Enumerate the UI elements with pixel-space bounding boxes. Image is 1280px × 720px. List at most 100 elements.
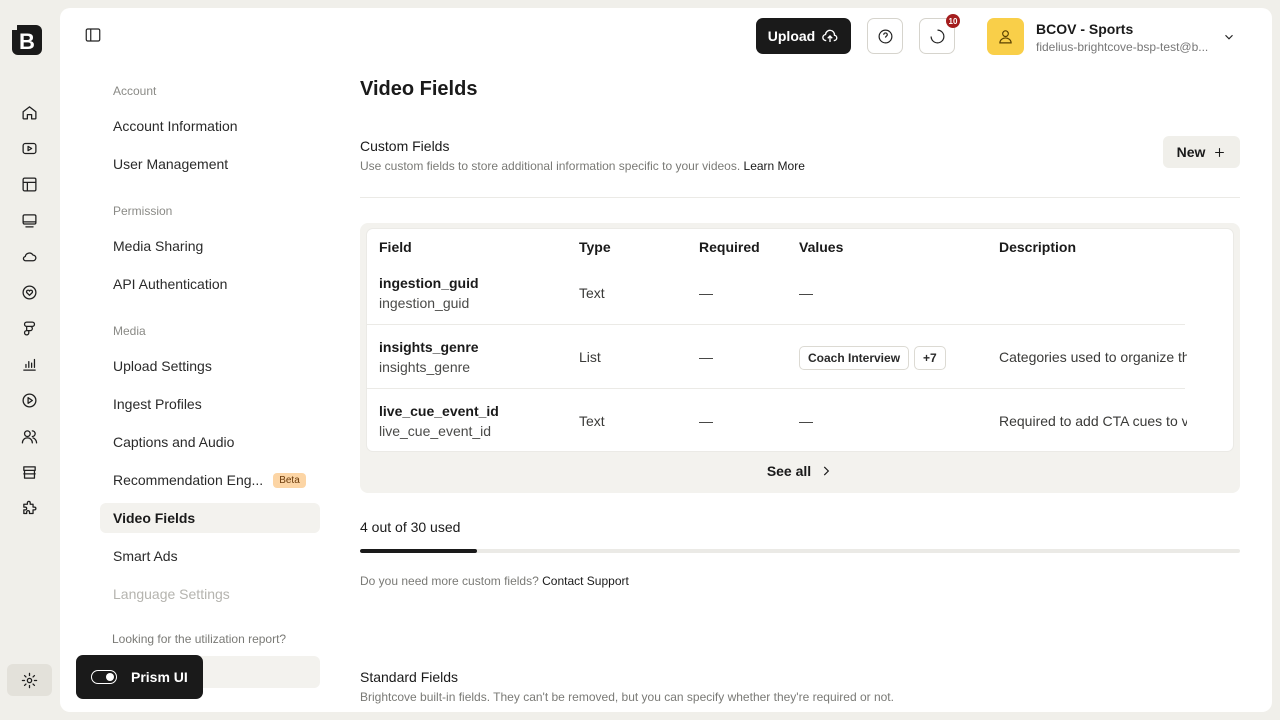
chevron-down-icon[interactable] xyxy=(1222,30,1238,46)
cloud-upload-icon xyxy=(822,29,838,42)
analytics-icon[interactable] xyxy=(17,352,41,376)
toggle-switch-icon xyxy=(91,670,117,684)
help-icon xyxy=(878,29,892,43)
page-title: Video Fields xyxy=(360,78,478,100)
field-values: — xyxy=(799,285,813,301)
nav-item-upload-settings[interactable]: Upload Settings xyxy=(100,351,320,381)
column-header-required: Required xyxy=(699,239,760,255)
see-all-button[interactable]: See all xyxy=(360,455,1240,487)
notification-badge: 10 xyxy=(946,14,960,28)
play-icon[interactable] xyxy=(17,388,41,412)
nav-section-permission: Permission xyxy=(113,204,173,218)
social-icon[interactable] xyxy=(17,316,41,340)
field-name: live_cue_event_id xyxy=(379,403,499,419)
field-description: Categories used to organize th xyxy=(999,349,1187,365)
field-key: ingestion_guid xyxy=(379,295,470,311)
prism-ui-label: Prism UI xyxy=(131,669,188,685)
field-required: — xyxy=(699,349,713,365)
more-fields-text: Do you need more custom fields? xyxy=(360,574,539,588)
custom-fields-description: Use custom fields to store additional in… xyxy=(360,159,805,173)
usage-progress-fill xyxy=(360,549,478,553)
usage-progress-bar xyxy=(360,549,1240,553)
upload-button-label: Upload xyxy=(767,28,816,44)
standard-fields-title: Standard Fields xyxy=(360,669,459,685)
nav-item-user-management[interactable]: User Management xyxy=(100,149,320,179)
learn-more-link[interactable]: Learn More xyxy=(744,159,805,173)
nav-item-label: Recommendation Eng... xyxy=(113,472,264,488)
account-name[interactable]: BCOV - Sports xyxy=(1036,21,1133,37)
nav-item-video-fields[interactable]: Video Fields xyxy=(100,503,320,533)
account-email: fidelius-brightcove-bsp-test@b... xyxy=(1036,40,1209,54)
nav-section-media: Media xyxy=(113,324,146,338)
more-values-chip[interactable]: +7 xyxy=(914,346,946,370)
value-chip: Coach Interview xyxy=(799,346,910,370)
column-header-type: Type xyxy=(579,239,611,255)
heart-icon[interactable] xyxy=(17,280,41,304)
settings-icon[interactable] xyxy=(7,664,52,696)
help-button[interactable] xyxy=(867,18,903,54)
plugin-icon[interactable] xyxy=(17,496,41,520)
divider xyxy=(360,197,1240,198)
nav-item-media-sharing[interactable]: Media Sharing xyxy=(100,231,320,261)
standard-fields-description: Brightcove built-in fields. They can't b… xyxy=(360,690,894,704)
field-values: Coach Interview +7 xyxy=(799,346,951,370)
custom-fields-table-container: Field Type Required Values Description i… xyxy=(360,223,1240,493)
contact-support-link[interactable]: Contact Support xyxy=(542,574,629,588)
upload-button[interactable]: Upload xyxy=(756,18,851,54)
content-panel: Upload 10 BCOV - Sports fidelius-brightc… xyxy=(60,8,1272,712)
field-key: live_cue_event_id xyxy=(379,423,492,439)
column-header-field: Field xyxy=(379,239,412,255)
beta-badge: Beta xyxy=(273,472,306,488)
field-type: List xyxy=(579,349,601,365)
svg-text:B: B xyxy=(19,29,35,54)
prism-ui-toggle[interactable]: Prism UI xyxy=(76,655,203,699)
home-icon[interactable] xyxy=(17,100,41,124)
more-fields-note: Do you need more custom fields? Contact … xyxy=(360,574,629,588)
nav-item-account-information[interactable]: Account Information xyxy=(100,111,320,141)
nav-item-captions-and-audio[interactable]: Captions and Audio xyxy=(100,427,320,457)
video-icon[interactable] xyxy=(17,136,41,160)
nav-item-ingest-profiles[interactable]: Ingest Profiles xyxy=(100,389,320,419)
store-icon[interactable] xyxy=(17,460,41,484)
field-values: — xyxy=(799,413,813,429)
column-header-values: Values xyxy=(799,239,844,255)
new-button-label: New xyxy=(1176,144,1206,160)
icon-rail: B xyxy=(0,0,58,720)
user-icon xyxy=(999,30,1012,44)
column-header-description: Description xyxy=(999,239,1077,255)
activity-button[interactable]: 10 xyxy=(919,14,960,54)
spinner-icon xyxy=(930,29,944,43)
field-type: Text xyxy=(579,285,605,301)
field-type: Text xyxy=(579,413,605,429)
users-icon[interactable] xyxy=(17,424,41,448)
chevron-right-icon xyxy=(824,466,830,476)
nav-item-smart-ads[interactable]: Smart Ads xyxy=(100,541,320,571)
custom-fields-title: Custom Fields xyxy=(360,138,450,154)
field-required: — xyxy=(699,285,713,301)
plus-icon xyxy=(1215,147,1225,157)
custom-fields-table: Field Type Required Values Description i… xyxy=(366,228,1234,452)
table-row[interactable]: insights_genre insights_genre List — Coa… xyxy=(367,325,1187,389)
field-key: insights_genre xyxy=(379,359,471,375)
nav-section-account: Account xyxy=(113,84,157,98)
table-row[interactable]: live_cue_event_id live_cue_event_id Text… xyxy=(367,389,1187,451)
utilization-note: Looking for the utilization report? xyxy=(112,632,287,646)
sidebar-toggle-icon[interactable] xyxy=(84,26,104,46)
field-required: — xyxy=(699,413,713,429)
player-icon[interactable] xyxy=(17,208,41,232)
nav-item-recommendation-engine[interactable]: Recommendation Eng... Beta xyxy=(100,465,320,495)
see-all-label: See all xyxy=(766,463,812,479)
new-field-button[interactable]: New xyxy=(1163,136,1240,168)
avatar[interactable] xyxy=(987,18,1024,55)
nav-item-language-settings[interactable]: Language Settings xyxy=(100,579,320,609)
table-row[interactable]: ingestion_guid ingestion_guid Text — — xyxy=(367,261,1185,325)
custom-fields-desc-text: Use custom fields to store additional in… xyxy=(360,159,741,173)
field-name: ingestion_guid xyxy=(379,275,479,291)
logo-icon[interactable]: B xyxy=(10,22,46,58)
layout-icon[interactable] xyxy=(17,172,41,196)
field-name: insights_genre xyxy=(379,339,479,355)
field-description: Required to add CTA cues to v xyxy=(999,413,1187,429)
cloud-icon[interactable] xyxy=(17,244,41,268)
usage-label: 4 out of 30 used xyxy=(360,519,461,535)
nav-item-api-authentication[interactable]: API Authentication xyxy=(100,269,320,299)
